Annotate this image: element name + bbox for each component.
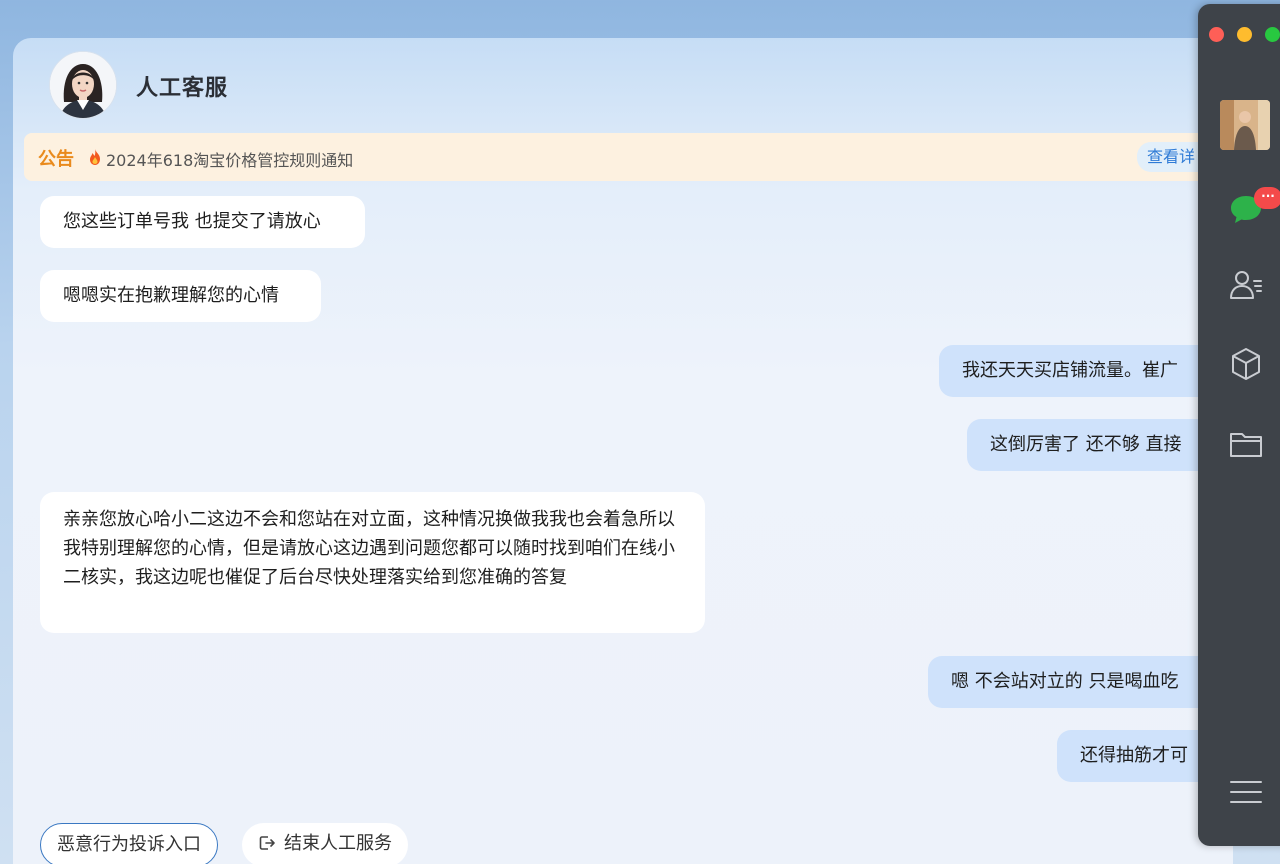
complaint-button[interactable]: 恶意行为投诉入口	[40, 823, 218, 864]
menu-icon[interactable]	[1228, 774, 1264, 810]
user-avatar[interactable]	[1220, 100, 1270, 150]
quick-actions-bar: 恶意行为投诉入口 结束人工服务	[13, 823, 1233, 864]
folder-icon[interactable]	[1228, 426, 1264, 462]
agent-avatar[interactable]	[49, 51, 117, 119]
chat-title: 人工客服	[136, 76, 229, 101]
fire-icon	[90, 149, 100, 165]
message-bubble-outgoing: 这倒厉害了 还不够 直接	[967, 419, 1233, 471]
message-bubble-outgoing: 我还天天买店铺流量。崔广	[939, 345, 1233, 397]
message-bubble-incoming: 嗯嗯实在抱歉理解您的心情	[40, 270, 321, 322]
message-bubble-incoming: 亲亲您放心哈小二这边不会和您站在对立面，这种情况换做我我也会着急所以我特别理解您…	[40, 492, 705, 633]
view-details-link[interactable]: 查看详	[1137, 142, 1206, 172]
close-window-button[interactable]	[1209, 27, 1224, 42]
message-bubble-incoming: 您这些订单号我 也提交了请放心	[40, 196, 365, 248]
maximize-window-button[interactable]	[1265, 27, 1280, 42]
notice-text: 2024年618淘宝价格管控规则通知	[106, 151, 354, 170]
user-avatar-image	[1220, 100, 1270, 150]
chat-header: 人工客服	[13, 38, 1233, 132]
message-bubble-outgoing: 嗯 不会站对立的 只是喝血吃	[928, 656, 1233, 708]
end-service-button[interactable]: 结束人工服务	[242, 823, 408, 864]
contacts-icon[interactable]	[1228, 267, 1264, 303]
chat-window: 人工客服 公告 2024年618淘宝价格管控规则通知 查看详 您这些订单号我 也…	[13, 38, 1233, 864]
agent-avatar-image	[50, 52, 116, 118]
exit-icon	[259, 836, 275, 850]
notice-label: 公告	[38, 149, 74, 170]
cube-icon[interactable]	[1228, 346, 1264, 382]
minimize-window-button[interactable]	[1237, 27, 1252, 42]
notice-bar[interactable]: 公告 2024年618淘宝价格管控规则通知 查看详	[24, 133, 1233, 181]
complaint-button-label: 恶意行为投诉入口	[57, 834, 201, 855]
unread-badge: ···	[1254, 187, 1280, 209]
end-service-button-label: 结束人工服务	[284, 833, 392, 854]
side-window: ···	[1198, 4, 1280, 846]
